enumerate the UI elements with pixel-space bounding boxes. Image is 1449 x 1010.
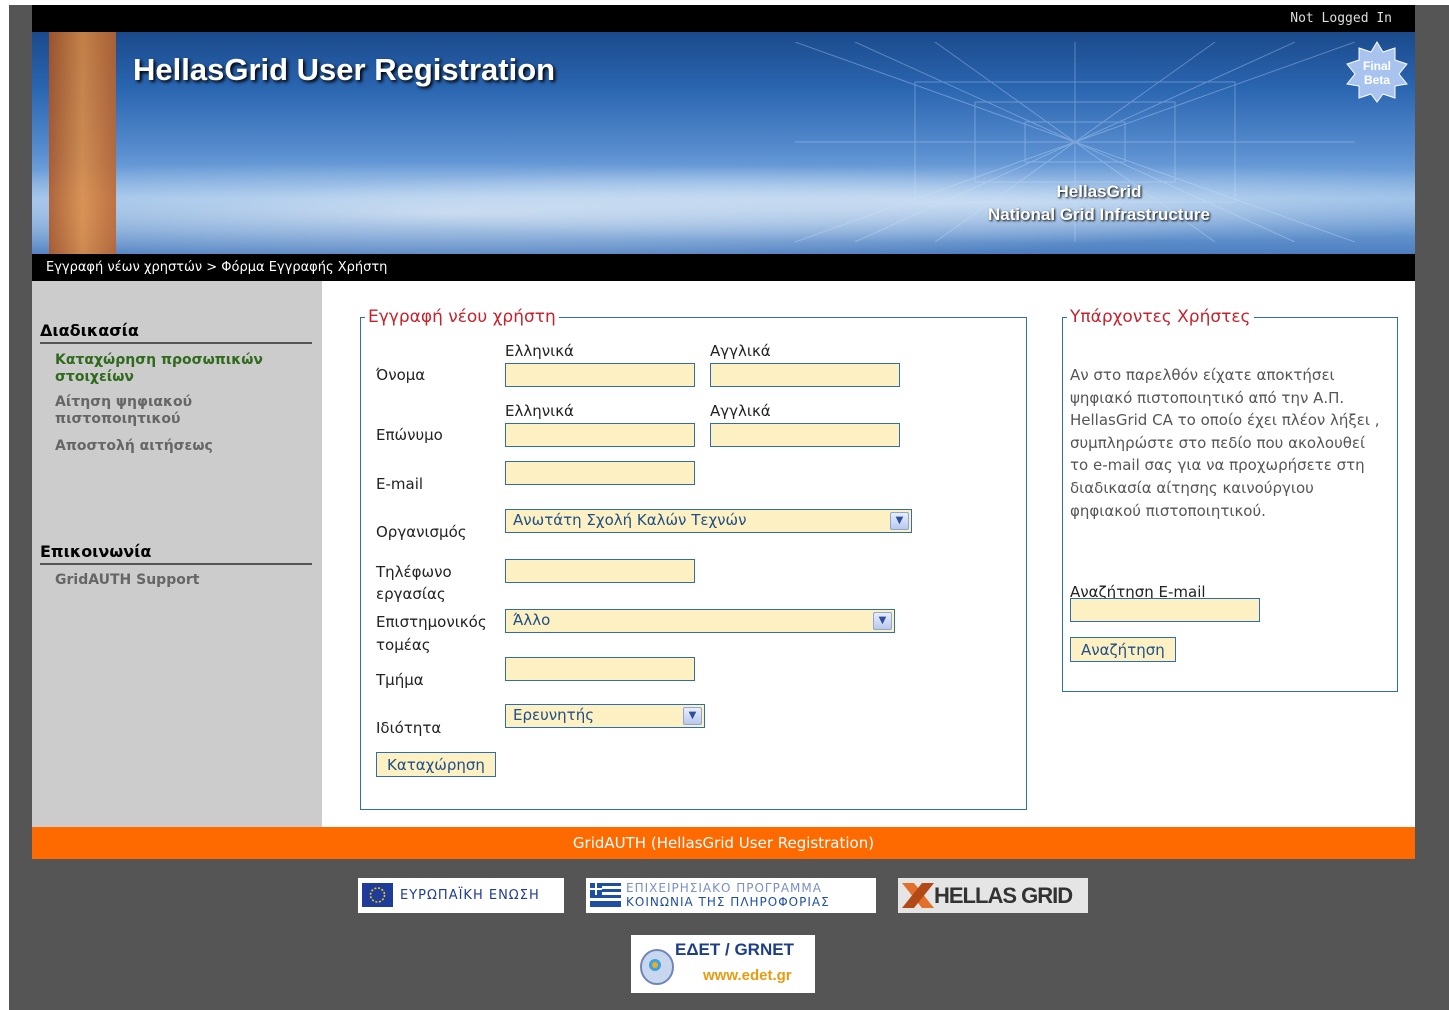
site-subtitle: HellasGrid National Grid Infrastructure [988,180,1210,226]
beta-badge-icon: Final Beta [1346,41,1408,103]
first-name-english-input[interactable] [710,363,900,387]
edet-line2: www.edet.gr [703,967,792,984]
first-name-label: Όνομα [376,366,426,384]
banner-pillar [49,32,116,254]
role-select[interactable]: Ερευνητής ▼ [505,704,705,728]
scientific-field-select[interactable]: Άλλο ▼ [505,609,895,633]
search-button[interactable]: Αναζήτηση [1070,637,1176,662]
role-label: Ιδιότητα [376,719,442,737]
scientific-field-label-line1: Επιστημονικός [376,613,487,631]
sidebar-process-heading: Διαδικασία [40,321,312,344]
organization-select[interactable]: Ανωτάτη Σχολή Καλών Τεχνών ▼ [505,509,912,533]
english-column-label-2: Αγγλικά [710,402,771,420]
hellasgrid-logo-text: HELLAS GRID [934,883,1073,908]
sidebar-contact-heading: Επικοινωνία [40,542,312,565]
edet-swirl-icon [640,949,674,985]
phone-label-line2: εργασίας [376,585,446,603]
information-society-text: ΕΠΙΧΕΙΡΗΣΙΑΚΟ ΠΡΟΓΡΑΜΜΑ ΚΟΙΝΩΝΙΑ ΤΗΣ ΠΛΗ… [626,881,830,909]
existing-users-legend: Υπάρχοντες Χρήστες [1070,307,1251,327]
sidebar-item-send-request[interactable]: Αποστολή αιτήσεως [55,438,305,455]
sidebar-item-personal-data[interactable]: Καταχώρηση προσωπικών στοιχείων [55,352,305,386]
header-banner: HellasGrid User Registration HellasGrid … [32,32,1415,254]
department-input[interactable] [505,657,695,681]
last-name-english-input[interactable] [710,423,900,447]
breadcrumb: Εγγραφή νέων χρηστών > Φόρμα Εγγραφής Χρ… [32,254,1415,281]
greek-column-label: Ελληνικά [505,342,574,360]
eu-flag-icon [362,883,393,907]
work-phone-input[interactable] [505,559,695,583]
greek-flag-icon [590,883,621,907]
email-field[interactable] [505,461,695,485]
department-label: Τμήμα [376,671,424,689]
edet-grnet-logo[interactable]: ΕΔΕΤ / GRNET www.edet.gr [631,935,815,993]
subtitle-line2: National Grid Infrastructure [988,205,1210,224]
login-status: Not Logged In [1290,11,1392,26]
scientific-field-value: Άλλο [513,611,551,629]
organization-label: Οργανισμός [376,523,467,541]
search-email-input[interactable] [1070,598,1260,622]
page-frame: Not Logged In HellasGrid User Registrati… [9,5,1449,1010]
last-name-label: Επώνυμο [376,426,443,444]
phone-label-line1: Τηλέφωνο [376,563,452,581]
role-value: Ερευνητής [513,706,595,724]
badge-text-1: Final [1363,59,1391,73]
eu-logo-text: ΕΥΡΩΠΑΪΚΗ ΕΝΩΣΗ [400,888,540,903]
badge-text-2: Beta [1364,73,1390,87]
edet-line1: ΕΔΕΤ / GRNET [675,940,794,959]
chevron-down-icon: ▼ [683,707,702,725]
info-line2: ΚΟΙΝΩΝΙΑ ΤΗΣ ΠΛΗΡΟΦΟΡΙΑΣ [626,895,830,909]
site-title: HellasGrid User Registration [133,52,556,87]
eu-logo[interactable]: ΕΥΡΩΠΑΪΚΗ ΕΝΩΣΗ [358,878,564,913]
sidebar: Διαδικασία Καταχώρηση προσωπικών στοιχεί… [32,281,322,827]
info-line1: ΕΠΙΧΕΙΡΗΣΙΑΚΟ ΠΡΟΓΡΑΜΜΑ [626,881,822,895]
sidebar-item-certificate-request[interactable]: Αίτηση ψηφιακού πιστοποιητικού [55,394,305,428]
last-name-greek-input[interactable] [505,423,695,447]
information-society-logo[interactable]: ΕΠΙΧΕΙΡΗΣΙΑΚΟ ΠΡΟΓΡΑΜΜΑ ΚΟΙΝΩΝΙΑ ΤΗΣ ΠΛΗ… [586,878,876,913]
main-content: Εγγραφή νέου χρήστη Ελληνικά Αγγλικά Όνο… [322,281,1415,827]
subtitle-line1: HellasGrid [1056,182,1142,201]
footer-bar: GridAUTH (HellasGrid User Registration) [32,827,1415,859]
email-label: E-mail [376,475,424,493]
greek-column-label-2: Ελληνικά [505,402,574,420]
submit-button[interactable]: Καταχώρηση [376,752,496,777]
sidebar-item-support[interactable]: GridAUTH Support [55,572,305,589]
organization-value: Ανωτάτη Σχολή Καλών Τεχνών [513,511,747,529]
top-bar: Not Logged In [32,5,1415,32]
registration-legend: Εγγραφή νέου χρήστη [368,307,556,327]
first-name-greek-input[interactable] [505,363,695,387]
chevron-down-icon: ▼ [873,612,892,630]
hellasgrid-logo[interactable]: HELLAS GRID [898,878,1088,913]
hellasgrid-x-icon [902,883,934,908]
scientific-field-label-line2: τομέας [376,636,431,654]
existing-users-info: Αν στο παρελθόν είχατε αποκτήσει ψηφιακό… [1070,366,1380,520]
english-column-label: Αγγλικά [710,342,771,360]
chevron-down-icon: ▼ [890,512,909,530]
